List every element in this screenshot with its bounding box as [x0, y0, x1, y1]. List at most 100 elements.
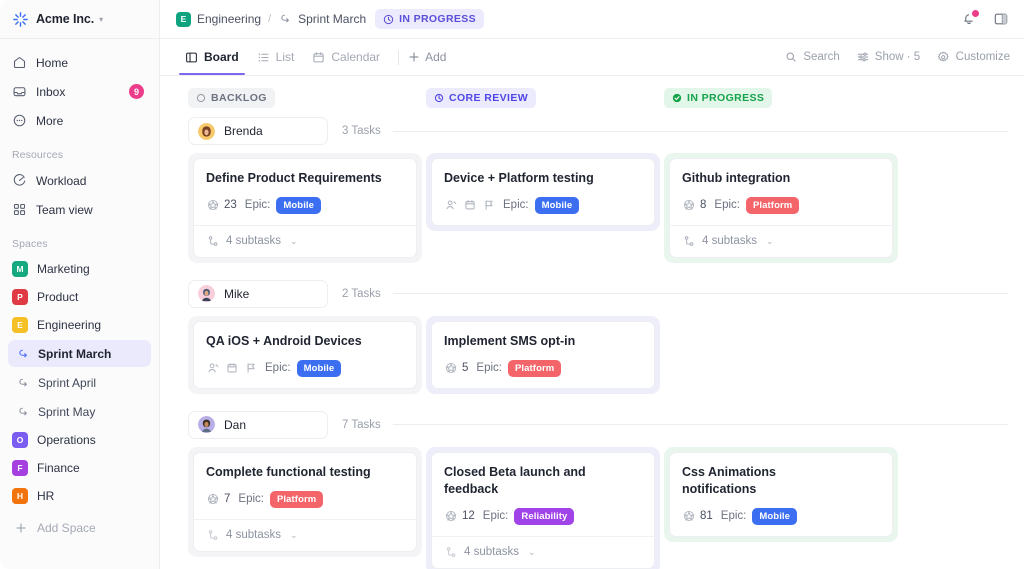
- sidebar-item-label: Team view: [36, 203, 93, 217]
- task-card[interactable]: Implement SMS opt-in 5 Epic:: [431, 321, 655, 389]
- customize-button[interactable]: Customize: [937, 51, 1010, 64]
- column-label: IN PROGRESS: [687, 92, 764, 104]
- sidebar-item-label: More: [36, 114, 63, 128]
- task-meta: Epic: Mobile: [444, 197, 642, 214]
- sidebar-item-finance[interactable]: F Finance: [0, 454, 159, 482]
- breadcrumb-space-name[interactable]: Engineering: [197, 12, 261, 26]
- task-card[interactable]: Complete functional testing 7: [193, 452, 417, 552]
- sidebar-item-label: HR: [37, 489, 54, 503]
- task-points: 5: [462, 362, 468, 374]
- card-container: Device + Platform testing: [426, 153, 660, 231]
- notification-dot: [972, 10, 979, 17]
- right-panel-icon[interactable]: [992, 10, 1010, 28]
- due-date-icon[interactable]: [463, 199, 476, 212]
- task-card[interactable]: Device + Platform testing: [431, 158, 655, 226]
- sidebar-item-inbox[interactable]: Inbox 9: [0, 77, 159, 106]
- card-slot-core-review: Implement SMS opt-in 5 Epic:: [426, 316, 660, 394]
- column-status-pill[interactable]: BACKLOG: [188, 88, 275, 108]
- tab-board[interactable]: Board: [176, 39, 248, 75]
- tab-calendar[interactable]: Calendar: [303, 39, 389, 75]
- chevron-down-icon: ⌄: [528, 547, 536, 558]
- sidebar-item-home[interactable]: Home: [0, 48, 159, 77]
- task-card[interactable]: Css Animations notifications 81: [669, 452, 893, 537]
- epic-tag[interactable]: Platform: [508, 360, 561, 377]
- swimlane-cards: QA iOS + Android Devices: [188, 316, 1008, 394]
- task-card[interactable]: Define Product Requirements 23: [193, 158, 417, 258]
- epic-tag[interactable]: Mobile: [297, 360, 342, 377]
- swimlane-dan: Dan 7 Tasks Complete functional testing: [160, 411, 1024, 569]
- status-badge[interactable]: IN PROGRESS: [375, 9, 484, 29]
- epic-tag[interactable]: Platform: [746, 197, 799, 214]
- subtasks-row[interactable]: 4 subtasks ⌄: [670, 225, 892, 257]
- inbox-badge: 9: [129, 84, 144, 99]
- sidebar-item-sprint-april[interactable]: Sprint April: [8, 369, 151, 396]
- add-space-button[interactable]: Add Space: [0, 514, 159, 542]
- assignee-chip[interactable]: Dan: [188, 411, 328, 439]
- assignee-chip[interactable]: Brenda: [188, 117, 328, 145]
- assignee-name: Brenda: [224, 124, 263, 138]
- card-container: Implement SMS opt-in 5 Epic:: [426, 316, 660, 394]
- sidebar-item-hr[interactable]: H HR: [0, 482, 159, 510]
- task-card-body: Closed Beta launch and feedback 12: [432, 453, 654, 536]
- task-count: 7 Tasks: [342, 419, 381, 431]
- list-icon: [257, 51, 270, 64]
- sidebar: Acme Inc. ▾ Home Inbox: [0, 0, 160, 569]
- check-circle-icon: [672, 93, 682, 103]
- subtasks-row[interactable]: 4 subtasks ⌄: [432, 536, 654, 568]
- card-slot-core-review: Closed Beta launch and feedback 12: [426, 447, 660, 569]
- sidebar-item-workload[interactable]: Workload: [0, 166, 159, 195]
- sidebar-item-sprint-march[interactable]: Sprint March: [8, 340, 151, 367]
- add-space-label: Add Space: [37, 521, 96, 535]
- view-toolbar: Board List: [160, 39, 1024, 76]
- card-container: Github integration 8 Epic:: [664, 153, 898, 263]
- subtasks-row[interactable]: 4 subtasks ⌄: [194, 519, 416, 551]
- sidebar-item-operations[interactable]: O Operations: [0, 426, 159, 454]
- avatar: [198, 416, 215, 433]
- list-arrow-icon: [16, 405, 30, 419]
- epic-tag[interactable]: Mobile: [752, 508, 797, 525]
- show-filter-button[interactable]: Show · 5: [857, 51, 920, 63]
- assignee-add-icon[interactable]: [206, 362, 219, 375]
- bell-icon[interactable]: [960, 10, 978, 28]
- task-card[interactable]: Github integration 8 Epic:: [669, 158, 893, 258]
- status-badge-label: IN PROGRESS: [399, 13, 476, 25]
- show-label: Show · 5: [875, 51, 920, 63]
- add-view-button[interactable]: Add: [408, 50, 446, 64]
- epic-label: Epic:: [476, 362, 502, 374]
- column-status-pill[interactable]: CORE REVIEW: [426, 88, 536, 108]
- due-date-icon[interactable]: [225, 362, 238, 375]
- search-button[interactable]: Search: [785, 51, 839, 63]
- priority-flag-icon[interactable]: [244, 362, 257, 375]
- chevron-down-icon: ⌄: [290, 236, 298, 247]
- task-title: Implement SMS opt-in: [444, 333, 642, 350]
- task-card[interactable]: QA iOS + Android Devices: [193, 321, 417, 389]
- sidebar-item-marketing[interactable]: M Marketing: [0, 255, 159, 283]
- sidebar-item-team-view[interactable]: Team view: [0, 195, 159, 224]
- breadcrumb: E Engineering / Sprint March: [176, 12, 366, 27]
- column-status-pill[interactable]: IN PROGRESS: [664, 88, 772, 108]
- tab-list[interactable]: List: [248, 39, 304, 75]
- epic-tag[interactable]: Platform: [270, 491, 323, 508]
- sidebar-item-sprint-may[interactable]: Sprint May: [8, 398, 151, 425]
- subtask-icon: [444, 546, 457, 559]
- task-card[interactable]: Closed Beta launch and feedback 12: [431, 452, 655, 569]
- assignee-add-icon[interactable]: [444, 199, 457, 212]
- sidebar-item-label: Home: [36, 56, 68, 70]
- workspace-name: Acme Inc.: [36, 12, 94, 26]
- priority-flag-icon[interactable]: [482, 199, 495, 212]
- epic-tag[interactable]: Mobile: [276, 197, 321, 214]
- task-meta: 23 Epic: Mobile: [206, 197, 404, 214]
- sidebar-item-product[interactable]: P Product: [0, 283, 159, 311]
- sidebar-item-label: Sprint March: [38, 347, 111, 361]
- breadcrumb-list-name[interactable]: Sprint March: [298, 12, 366, 26]
- card-container: Define Product Requirements 23: [188, 153, 422, 263]
- epic-tag[interactable]: Mobile: [535, 197, 580, 214]
- epic-tag[interactable]: Reliability: [514, 508, 574, 525]
- card-container: Complete functional testing 7: [188, 447, 422, 557]
- sidebar-item-more[interactable]: More: [0, 106, 159, 135]
- subtasks-row[interactable]: 4 subtasks ⌄: [194, 225, 416, 257]
- assignee-chip[interactable]: Mike: [188, 280, 328, 308]
- workspace-switcher[interactable]: Acme Inc. ▾: [0, 0, 159, 39]
- task-title: Complete functional testing: [206, 464, 404, 481]
- sidebar-item-engineering[interactable]: E Engineering: [0, 311, 159, 339]
